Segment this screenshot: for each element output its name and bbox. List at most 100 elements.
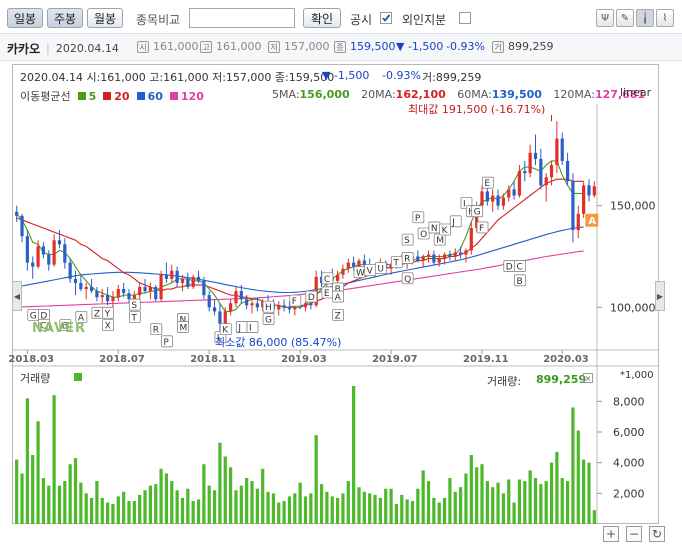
scroll-right-button[interactable]: ▶ — [655, 281, 665, 311]
candle-body — [287, 307, 292, 310]
candle-body — [105, 295, 110, 302]
candle-body — [239, 291, 243, 300]
volume-tick-label: 2,000 — [613, 487, 645, 500]
minus-icon: − — [628, 527, 640, 541]
volume-bar — [303, 496, 308, 524]
volume-bar — [571, 407, 575, 524]
candle-body — [116, 289, 120, 298]
volume-bar — [52, 395, 56, 524]
candle-body — [36, 246, 40, 267]
volume-bar — [426, 481, 431, 524]
notice-marker-label: S — [131, 301, 137, 311]
candle-body — [362, 260, 366, 265]
notice-marker-label: X — [105, 322, 111, 332]
price-tick-label: 100,000 — [610, 301, 656, 314]
volume-bar — [266, 491, 270, 524]
price-chart: 150,000 100,000 2018.03 2018.07 2018.11 2019.… — [8, 103, 659, 524]
volume-unit: *1,000 — [620, 370, 654, 381]
notice-marker-label: D — [308, 293, 315, 303]
volume-bar — [47, 485, 51, 524]
candle-body — [448, 254, 452, 257]
date-tick-label: 2019.07 — [372, 354, 418, 365]
candle-body — [175, 270, 179, 283]
volume-bar — [89, 497, 94, 524]
volume-swatch — [74, 373, 82, 381]
volume-bar — [138, 494, 142, 524]
candle-body — [549, 165, 554, 178]
candle-body — [41, 246, 46, 255]
candle-body — [485, 191, 489, 202]
candle-body — [587, 185, 591, 196]
volume-bar — [523, 481, 527, 524]
candle-body — [31, 262, 35, 267]
refresh-icon: ↻ — [651, 527, 663, 541]
volume-bar — [234, 490, 238, 524]
candle-body — [250, 303, 254, 306]
notice-marker-label: I — [463, 200, 466, 210]
zoom-out-button[interactable]: − — [626, 526, 642, 542]
volume-bar — [186, 488, 190, 524]
volume-bar — [480, 464, 484, 524]
volume-bar — [170, 481, 174, 524]
volume-bar — [116, 496, 120, 524]
candle-body — [469, 228, 473, 251]
notice-marker-label: G — [265, 315, 272, 325]
notice-marker-label: P — [415, 214, 421, 224]
candle-body — [138, 287, 142, 296]
candle-body — [453, 252, 457, 257]
volume-bar — [73, 458, 78, 524]
notice-marker-label: R — [404, 254, 410, 264]
notice-marker-label: F — [292, 297, 297, 307]
volume-bar — [405, 499, 409, 524]
volume-bar — [501, 493, 506, 524]
plus-icon: + — [605, 527, 617, 541]
candle-body — [47, 254, 51, 265]
volume-bar — [368, 493, 372, 524]
volume-bar — [277, 502, 281, 524]
volume-bar — [143, 490, 147, 524]
candle-body — [432, 254, 436, 263]
volume-bar — [432, 497, 436, 524]
volume-bar — [293, 493, 297, 524]
volume-bar — [544, 481, 548, 524]
candle-body — [127, 293, 131, 300]
notice-marker-label: Q — [404, 275, 411, 285]
volume-bar — [25, 398, 29, 524]
volume-bar — [31, 455, 35, 524]
zoom-in-button[interactable]: + — [603, 526, 619, 542]
candle-body — [416, 256, 420, 261]
volume-bar — [175, 490, 179, 524]
refresh-button[interactable]: ↻ — [649, 526, 665, 542]
candle-body — [523, 171, 527, 174]
ma60-line — [16, 226, 584, 294]
volume-last-value: 899,259 — [536, 373, 587, 386]
notice-marker-label: D — [506, 263, 513, 273]
candle-body — [143, 287, 147, 292]
notice-marker-label: G — [30, 311, 37, 321]
volume-bar — [517, 479, 522, 524]
candle-body — [480, 191, 484, 206]
candle-body — [491, 195, 495, 202]
volume-tick-label: 8,000 — [613, 395, 645, 408]
candle-body — [421, 256, 425, 261]
candle-body — [164, 274, 169, 279]
volume-bar — [512, 502, 516, 524]
volume-bar — [592, 510, 596, 524]
volume-bar — [132, 501, 136, 524]
volume-bar — [154, 484, 158, 524]
volume-bar — [105, 502, 110, 524]
volume-bar — [469, 455, 473, 524]
notice-marker-label: C — [516, 263, 522, 273]
scroll-left-button[interactable]: ◀ — [12, 281, 22, 311]
candle-body — [20, 215, 24, 237]
candle-body — [180, 278, 185, 283]
volume-bar — [362, 491, 366, 524]
candle-body — [544, 177, 548, 186]
volume-bar — [20, 473, 24, 524]
candle-body — [528, 152, 532, 174]
volume-close-button[interactable]: × — [583, 373, 593, 383]
candle-body — [186, 278, 190, 287]
candle-body — [560, 138, 564, 161]
candle-body — [170, 270, 174, 279]
candle-body — [335, 274, 340, 281]
